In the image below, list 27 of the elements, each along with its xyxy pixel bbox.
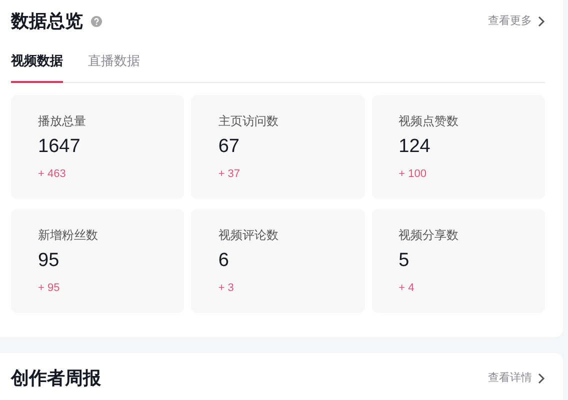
metric-change: + 100 (398, 167, 426, 181)
chevron-right-icon (538, 372, 545, 384)
metric-label: 播放总量 (38, 113, 86, 129)
section-title: 数据总览 (11, 10, 83, 32)
metric-change: + 95 (38, 281, 60, 295)
metric-value: 95 (38, 250, 60, 272)
metric-value: 6 (218, 250, 229, 272)
metric-label: 主页访问数 (218, 113, 278, 129)
chevron-right-icon (538, 16, 545, 26)
see-more-link[interactable]: 查看更多 (488, 12, 545, 30)
metric-label: 视频点赞数 (398, 113, 459, 129)
see-details-link[interactable]: 查看详情 (488, 370, 545, 386)
metric-change: + 4 (398, 281, 414, 295)
help-icon (91, 16, 102, 26)
metric-value: 1647 (38, 136, 80, 158)
section-title: 创作者周报 (11, 366, 101, 390)
metric-change: + 463 (38, 167, 66, 181)
metric-value: 124 (398, 136, 430, 158)
metric-change: + 3 (218, 281, 234, 295)
metric-change: + 37 (218, 167, 240, 181)
metric-label: 视频评论数 (218, 227, 278, 243)
metric-value: 67 (218, 136, 240, 158)
tab[interactable]: 直播数据 (88, 40, 140, 83)
metric-label: 新增粉丝数 (38, 227, 98, 243)
metric-value: 5 (398, 250, 410, 272)
tab[interactable]: 视频数据 (11, 40, 63, 83)
metric-label: 视频分享数 (398, 227, 459, 243)
